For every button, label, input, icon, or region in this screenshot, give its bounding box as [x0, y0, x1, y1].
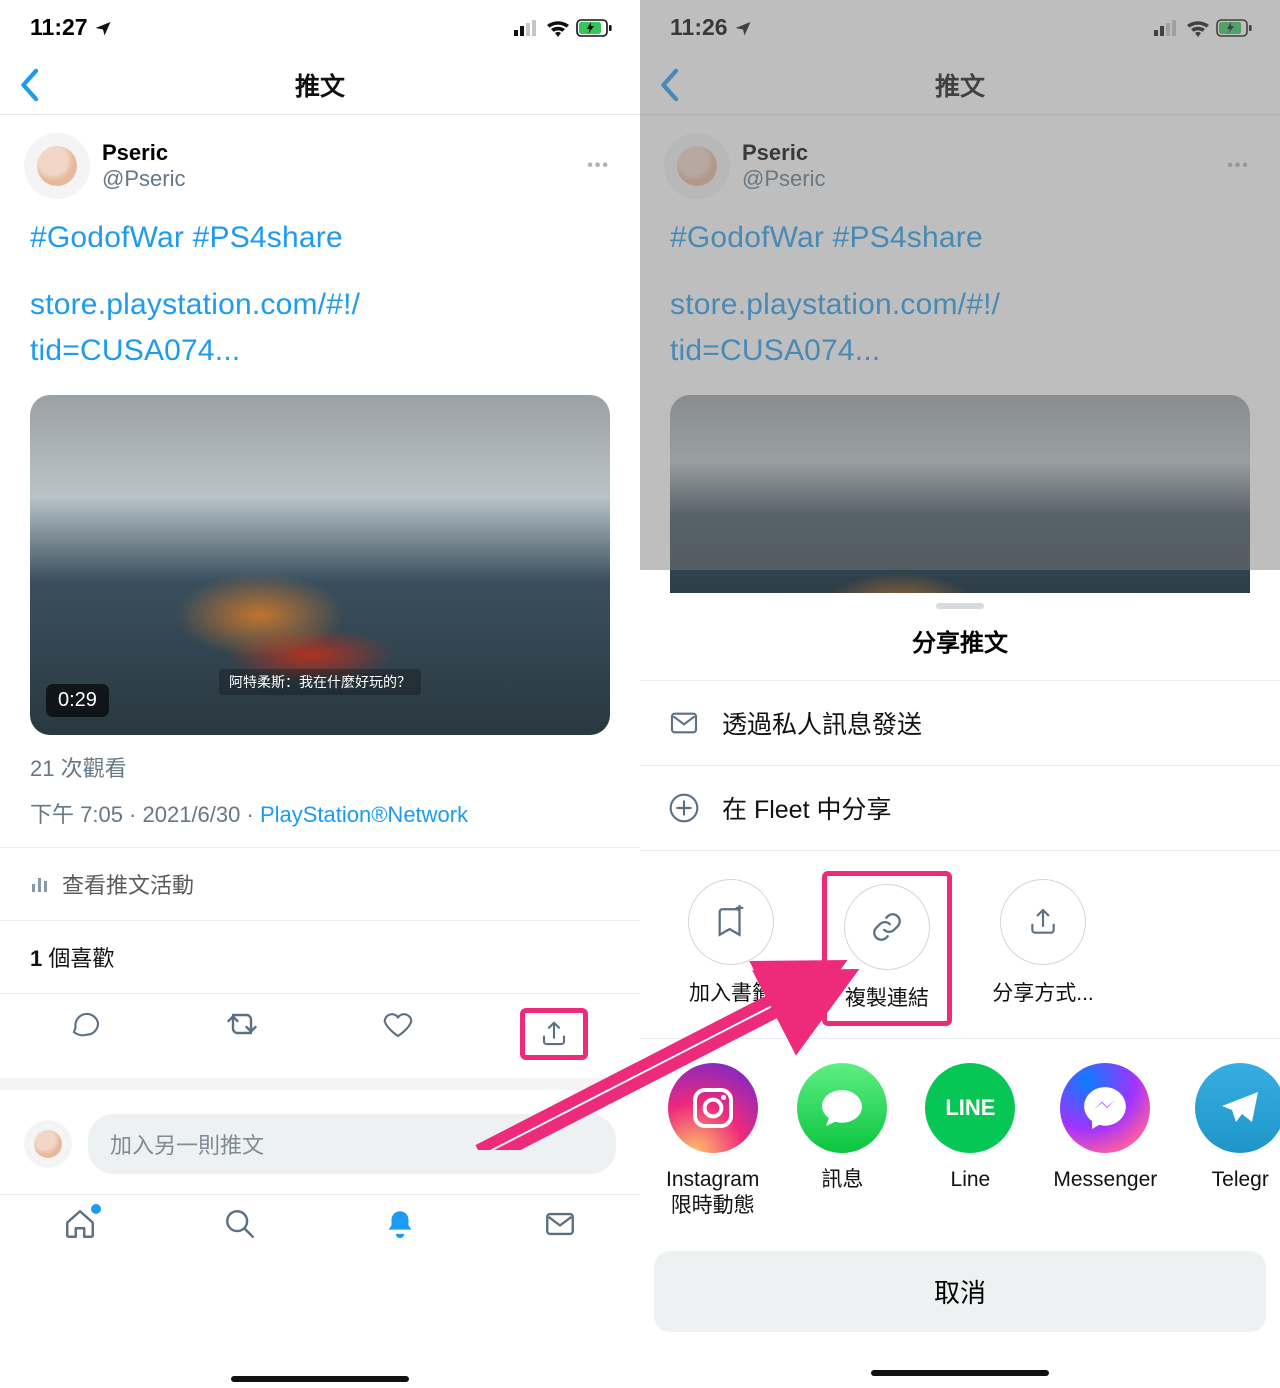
cancel-button[interactable]: 取消: [654, 1251, 1266, 1332]
option-fleet[interactable]: 在 Fleet 中分享: [640, 765, 1280, 850]
nav-title: 推文: [295, 67, 345, 103]
tab-notifications[interactable]: [383, 1207, 417, 1241]
battery-charging-icon: [576, 19, 612, 37]
right-screenshot: 11:26 推文 Pseric@Pseric••• #GodofWar #PS4…: [640, 0, 1280, 1388]
link-icon: [844, 884, 930, 970]
app-instagram[interactable]: Instagram 限時動態: [666, 1063, 759, 1220]
bookmark-add-icon: [688, 879, 774, 965]
hashtags[interactable]: #GodofWar #PS4share: [30, 215, 610, 262]
user-names[interactable]: Pseric @Pseric: [102, 140, 185, 192]
tab-messages[interactable]: [543, 1207, 577, 1241]
plus-circle-icon: [668, 792, 700, 824]
tweet-link[interactable]: store.playstation.com/#!/ tid=CUSA074...: [30, 282, 610, 375]
compose-avatar[interactable]: [24, 1120, 72, 1168]
share-button[interactable]: [520, 1008, 588, 1060]
video-duration: 0:29: [46, 684, 109, 717]
bookmark-option[interactable]: 加入書籤: [666, 879, 796, 1025]
share-options-row: 加入書籤 複製連結 分享方式...: [640, 850, 1280, 1037]
app-messages[interactable]: 訊息: [797, 1063, 887, 1220]
app-messenger[interactable]: Messenger: [1053, 1063, 1157, 1220]
line-icon: LINE: [925, 1063, 1015, 1153]
view-count: 21 次觀看: [0, 735, 640, 797]
app-telegram[interactable]: Telegr: [1195, 1063, 1280, 1220]
messages-icon: [797, 1063, 887, 1153]
sheet-handle[interactable]: [936, 603, 984, 609]
tab-bar: [0, 1194, 640, 1267]
home-indicator: [231, 1376, 409, 1382]
display-name: Pseric: [102, 140, 185, 166]
share-icon: [1000, 879, 1086, 965]
cellular-icon: [514, 20, 540, 36]
tweet-header: Pseric @Pseric •••: [0, 115, 640, 207]
telegram-icon: [1195, 1063, 1280, 1153]
view-activity[interactable]: 查看推文活動: [0, 848, 640, 920]
more-menu[interactable]: •••: [581, 151, 616, 181]
video-thumbnail[interactable]: 阿特柔斯：我在什麼好玩的？ 0:29: [30, 395, 610, 735]
analytics-icon: [30, 874, 50, 894]
app-line[interactable]: LINELine: [925, 1063, 1015, 1220]
like-button[interactable]: [363, 1008, 433, 1060]
compose-row: 加入另一則推文: [0, 1078, 640, 1194]
tab-search[interactable]: [223, 1207, 257, 1241]
handle: @Pseric: [102, 166, 185, 192]
likes-row[interactable]: 1 個喜歡: [0, 921, 640, 993]
envelope-icon: [668, 707, 700, 739]
status-bar: 11:27: [0, 0, 640, 55]
app-row: Instagram 限時動態 訊息 LINELine Messenger Tel…: [640, 1038, 1280, 1234]
copy-link-option[interactable]: 複製連結: [822, 871, 952, 1025]
reply-button[interactable]: [51, 1008, 121, 1060]
instagram-icon: [668, 1063, 758, 1153]
share-sheet: 分享推文 透過私人訊息發送 在 Fleet 中分享 加入書籤 複製連結 分享方式…: [640, 593, 1280, 1388]
nav-bar: 推文: [0, 55, 640, 115]
left-screenshot: 11:27 推文 Pseric @Pseric ••• #GodofWar #P…: [0, 0, 640, 1388]
messenger-icon: [1060, 1063, 1150, 1153]
tweet-meta: 下午 7:05 · 2021/6/30 · PlayStation®Networ…: [0, 797, 640, 847]
wifi-icon: [546, 19, 570, 37]
tweet-actions: [0, 993, 640, 1078]
share-via-option[interactable]: 分享方式...: [978, 879, 1108, 1025]
video-subtitle: 阿特柔斯：我在什麼好玩的？: [219, 669, 421, 695]
retweet-button[interactable]: [207, 1008, 277, 1060]
sheet-title: 分享推文: [640, 617, 1280, 681]
tab-home[interactable]: [63, 1207, 97, 1241]
overlay-dim[interactable]: [640, 0, 1280, 570]
avatar[interactable]: [24, 133, 90, 199]
tweet-body: #GodofWar #PS4share store.playstation.co…: [0, 207, 640, 375]
back-button[interactable]: [18, 68, 40, 102]
home-indicator: [871, 1370, 1049, 1376]
compose-input[interactable]: 加入另一則推文: [88, 1114, 616, 1174]
status-time: 11:27: [30, 14, 112, 41]
source-app[interactable]: PlayStation®Network: [260, 802, 468, 827]
option-dm[interactable]: 透過私人訊息發送: [640, 681, 1280, 765]
